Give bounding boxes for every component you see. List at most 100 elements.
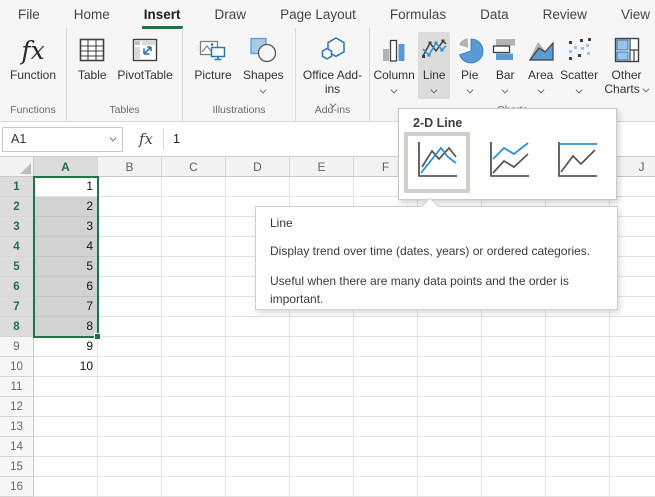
cell-I11[interactable] bbox=[546, 377, 610, 397]
fill-handle[interactable] bbox=[94, 333, 101, 340]
cell-G12[interactable] bbox=[418, 397, 482, 417]
option-stacked-line[interactable] bbox=[480, 135, 538, 190]
cell-D11[interactable] bbox=[226, 377, 290, 397]
cell-J12[interactable] bbox=[610, 397, 655, 417]
row-header-8[interactable]: 8 bbox=[0, 317, 34, 337]
cell-F10[interactable] bbox=[354, 357, 418, 377]
cell-A16[interactable] bbox=[34, 477, 98, 497]
cell-B14[interactable] bbox=[98, 437, 162, 457]
option-100-stacked-line[interactable] bbox=[548, 135, 606, 190]
cell-C10[interactable] bbox=[162, 357, 226, 377]
menu-insert[interactable]: Insert bbox=[142, 2, 183, 27]
cell-J10[interactable] bbox=[610, 357, 655, 377]
cell-G16[interactable] bbox=[418, 477, 482, 497]
menu-page-layout[interactable]: Page Layout bbox=[278, 2, 358, 27]
cell-I12[interactable] bbox=[546, 397, 610, 417]
row-header-6[interactable]: 6 bbox=[0, 277, 34, 297]
cell-F11[interactable] bbox=[354, 377, 418, 397]
cell-A1[interactable]: 1 bbox=[34, 177, 98, 197]
cell-D9[interactable] bbox=[226, 337, 290, 357]
cell-C9[interactable] bbox=[162, 337, 226, 357]
cell-E10[interactable] bbox=[290, 357, 354, 377]
cell-J13[interactable] bbox=[610, 417, 655, 437]
cell-I14[interactable] bbox=[546, 437, 610, 457]
line-chart-button[interactable]: Line bbox=[418, 32, 450, 93]
cell-B8[interactable] bbox=[98, 317, 162, 337]
cell-E15[interactable] bbox=[290, 457, 354, 477]
cell-D12[interactable] bbox=[226, 397, 290, 417]
cell-H9[interactable] bbox=[482, 337, 546, 357]
cell-E12[interactable] bbox=[290, 397, 354, 417]
cell-A13[interactable] bbox=[34, 417, 98, 437]
cell-H15[interactable] bbox=[482, 457, 546, 477]
column-header-A[interactable]: A bbox=[34, 157, 98, 177]
cell-C3[interactable] bbox=[162, 217, 226, 237]
row-header-9[interactable]: 9 bbox=[0, 337, 34, 357]
cell-D13[interactable] bbox=[226, 417, 290, 437]
shapes-button[interactable]: Shapes bbox=[243, 32, 284, 93]
row-header-15[interactable]: 15 bbox=[0, 457, 34, 477]
area-chart-button[interactable]: Area bbox=[525, 32, 557, 93]
cell-A3[interactable]: 3 bbox=[34, 217, 98, 237]
cell-B2[interactable] bbox=[98, 197, 162, 217]
cell-E16[interactable] bbox=[290, 477, 354, 497]
cell-B12[interactable] bbox=[98, 397, 162, 417]
cell-B1[interactable] bbox=[98, 177, 162, 197]
cell-E11[interactable] bbox=[290, 377, 354, 397]
cell-J8[interactable] bbox=[610, 317, 655, 337]
row-header-16[interactable]: 16 bbox=[0, 477, 34, 497]
column-header-D[interactable]: D bbox=[226, 157, 290, 177]
cell-C16[interactable] bbox=[162, 477, 226, 497]
cell-I9[interactable] bbox=[546, 337, 610, 357]
menu-review[interactable]: Review bbox=[541, 2, 589, 27]
cell-F15[interactable] bbox=[354, 457, 418, 477]
pivottable-button[interactable]: PivotTable bbox=[117, 32, 172, 83]
cell-A5[interactable]: 5 bbox=[34, 257, 98, 277]
bar-chart-button[interactable]: Bar bbox=[489, 32, 521, 93]
cell-C1[interactable] bbox=[162, 177, 226, 197]
cell-B9[interactable] bbox=[98, 337, 162, 357]
cell-B3[interactable] bbox=[98, 217, 162, 237]
cell-C8[interactable] bbox=[162, 317, 226, 337]
picture-button[interactable]: Picture bbox=[194, 32, 231, 83]
cell-F8[interactable] bbox=[354, 317, 418, 337]
cell-A10[interactable]: 10 bbox=[34, 357, 98, 377]
cell-G9[interactable] bbox=[418, 337, 482, 357]
row-header-12[interactable]: 12 bbox=[0, 397, 34, 417]
cell-H10[interactable] bbox=[482, 357, 546, 377]
cell-C5[interactable] bbox=[162, 257, 226, 277]
cell-D14[interactable] bbox=[226, 437, 290, 457]
cell-B13[interactable] bbox=[98, 417, 162, 437]
cell-D1[interactable] bbox=[226, 177, 290, 197]
cell-C11[interactable] bbox=[162, 377, 226, 397]
cell-B6[interactable] bbox=[98, 277, 162, 297]
column-header-B[interactable]: B bbox=[98, 157, 162, 177]
cell-H16[interactable] bbox=[482, 477, 546, 497]
select-all-corner[interactable] bbox=[0, 157, 34, 177]
cell-G15[interactable] bbox=[418, 457, 482, 477]
cell-G8[interactable] bbox=[418, 317, 482, 337]
name-box[interactable]: A1 bbox=[2, 127, 123, 152]
cell-E13[interactable] bbox=[290, 417, 354, 437]
cell-H8[interactable] bbox=[482, 317, 546, 337]
menu-data[interactable]: Data bbox=[478, 2, 511, 27]
cell-J11[interactable] bbox=[610, 377, 655, 397]
table-button[interactable]: Table bbox=[76, 32, 108, 83]
cell-C13[interactable] bbox=[162, 417, 226, 437]
cell-B10[interactable] bbox=[98, 357, 162, 377]
cell-I10[interactable] bbox=[546, 357, 610, 377]
cell-F13[interactable] bbox=[354, 417, 418, 437]
cell-A7[interactable]: 7 bbox=[34, 297, 98, 317]
cell-H13[interactable] bbox=[482, 417, 546, 437]
office-addins-button[interactable]: Office Add-ins bbox=[302, 32, 364, 107]
cell-G11[interactable] bbox=[418, 377, 482, 397]
row-header-14[interactable]: 14 bbox=[0, 437, 34, 457]
insert-function-button[interactable]: fx bbox=[129, 127, 163, 152]
cell-G10[interactable] bbox=[418, 357, 482, 377]
cell-I16[interactable] bbox=[546, 477, 610, 497]
cell-E9[interactable] bbox=[290, 337, 354, 357]
cell-B7[interactable] bbox=[98, 297, 162, 317]
function-button[interactable]: fx Function bbox=[10, 32, 56, 83]
menu-formulas[interactable]: Formulas bbox=[388, 2, 448, 27]
cell-D10[interactable] bbox=[226, 357, 290, 377]
